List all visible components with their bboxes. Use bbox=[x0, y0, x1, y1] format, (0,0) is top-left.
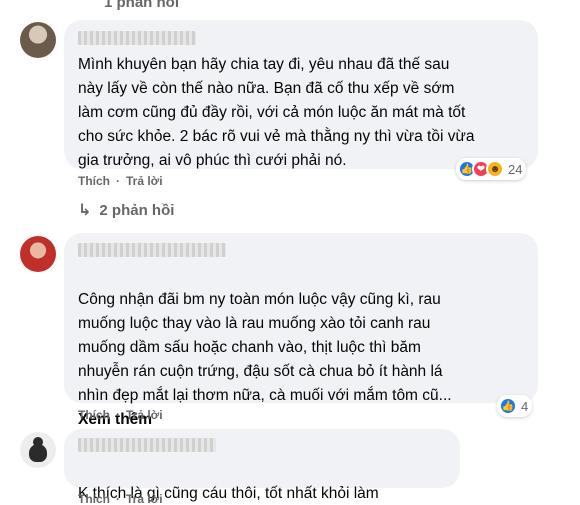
avatar[interactable] bbox=[20, 236, 56, 272]
like-button[interactable]: Thích bbox=[78, 408, 110, 422]
previous-replies-link[interactable]: 1 phản hồi bbox=[104, 0, 179, 11]
like-button[interactable]: Thích bbox=[78, 492, 110, 505]
replies-label: 2 phản hồi bbox=[99, 201, 175, 219]
comment-text: Mình khuyên bạn hãy chia tay đi, yêu nha… bbox=[78, 56, 475, 169]
comment-bubble: Công nhận đãi bm ny toàn món luộc vậy cũ… bbox=[64, 233, 538, 428]
haha-icon: ☻ bbox=[486, 160, 504, 178]
reply-button[interactable]: Trả lời bbox=[126, 492, 163, 505]
comment-bubble: Mình khuyên bạn hãy chia tay đi, yêu nha… bbox=[64, 20, 538, 169]
blurred-author-name[interactable] bbox=[78, 243, 226, 257]
separator-dot: · bbox=[116, 408, 120, 422]
blurred-author-name[interactable] bbox=[78, 31, 196, 45]
reply-button[interactable]: Trả lời bbox=[126, 174, 163, 188]
comment-text: Công nhận đãi bm ny toàn món luộc vậy cũ… bbox=[78, 264, 528, 456]
comment-actions: Thích · Trả lời bbox=[78, 408, 169, 422]
like-button[interactable]: Thích bbox=[78, 174, 110, 188]
comment-bubble: K thích là gì cũng cáu thôi, tốt nhất kh… bbox=[64, 429, 460, 502]
comment-actions: Thích · Trả lời bbox=[78, 492, 169, 505]
like-icon: 👍 bbox=[499, 397, 517, 415]
reaction-count: 4 bbox=[521, 398, 529, 414]
avatar-body-shape bbox=[29, 444, 47, 462]
reaction-count: 24 bbox=[508, 161, 523, 177]
reply-arrow-icon: ↳ bbox=[78, 202, 92, 219]
reaction-summary[interactable]: 👍 4 bbox=[497, 395, 533, 417]
view-replies-link[interactable]: ↳ 2 phản hồi bbox=[78, 200, 174, 220]
comment-body: Công nhận đãi bm ny toàn món luộc vậy cũ… bbox=[78, 291, 452, 404]
separator-dot: · bbox=[116, 174, 120, 188]
avatar[interactable] bbox=[20, 22, 56, 58]
avatar[interactable] bbox=[20, 432, 56, 468]
separator-dot: · bbox=[116, 492, 120, 505]
comment-actions: Thích · Trả lời bbox=[78, 174, 169, 188]
reaction-summary[interactable]: 👍 ❤ ☻ 24 bbox=[456, 158, 527, 180]
reply-button[interactable]: Trả lời bbox=[126, 408, 163, 422]
blurred-author-name[interactable] bbox=[78, 438, 216, 452]
